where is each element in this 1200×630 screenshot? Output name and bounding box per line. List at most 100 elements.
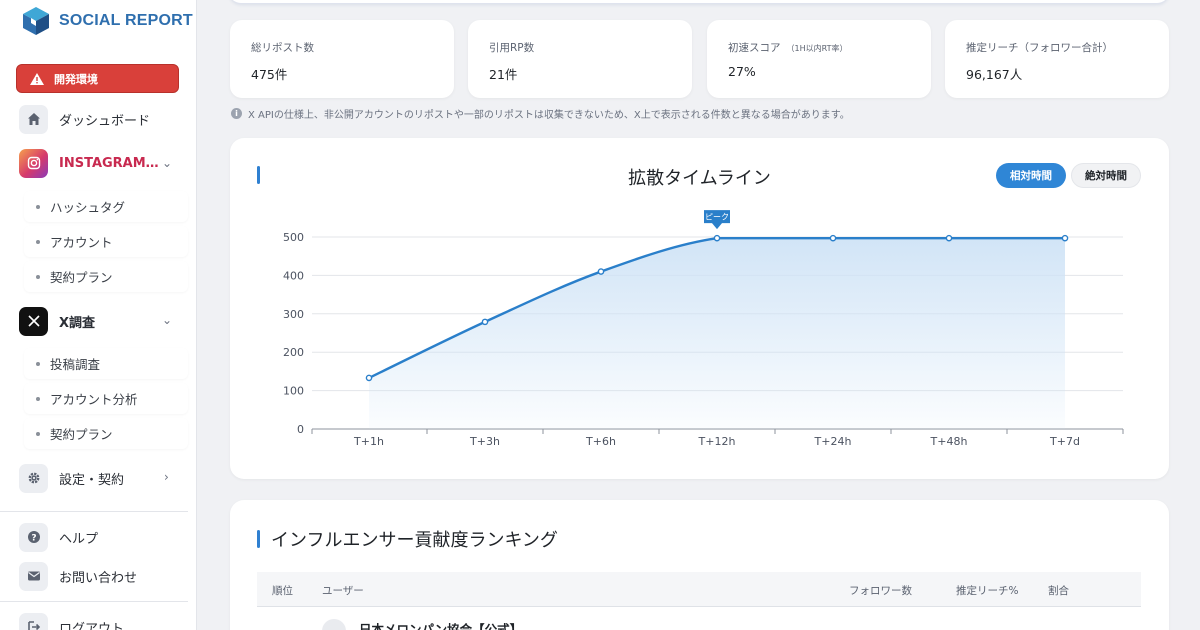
column-header-user[interactable]: ユーザー [322, 583, 364, 598]
sidebar-item-x[interactable]: X調査 [19, 306, 95, 336]
sidebar-subitem-label: アカウント [50, 235, 113, 250]
sidebar-subitem-plan[interactable]: 契約プラン [24, 418, 188, 449]
sidebar-subitem-account[interactable]: アカウント [24, 226, 188, 257]
x-tick-label: T+6h [585, 435, 616, 448]
section-accent-bar [257, 530, 260, 548]
stat-value: 475件 [251, 67, 288, 82]
y-tick-label: 300 [283, 308, 304, 321]
logout-icon [19, 612, 48, 630]
help-icon: ? [19, 522, 48, 552]
bullet-icon [36, 204, 40, 209]
timeline-chart: 0 100 200 300 400 500 T+1h T+3h T+6h T+12h T+24h T+… [283, 210, 1124, 448]
peak-label: ピーク [705, 213, 729, 222]
sidebar-item-logout[interactable]: ログアウト [19, 612, 124, 630]
stat-card-initial-speed: 初速スコア （1H以内RT率） 27% [707, 20, 931, 98]
sidebar-subitem-hashtag[interactable]: ハッシュタグ [24, 191, 188, 222]
sidebar-item-label: X調査 [59, 315, 96, 331]
data-point [365, 374, 373, 382]
logo-text: SOCIAL REPORT [59, 12, 193, 29]
stat-value: 21件 [489, 67, 518, 82]
x-logo-icon [19, 306, 48, 336]
sidebar-subitem-label: ハッシュタグ [50, 200, 126, 215]
sidebar-item-label: ダッシュボード [59, 113, 151, 129]
x-tick-label: T+24h [814, 435, 852, 448]
sidebar-subitem-plan[interactable]: 契約プラン [24, 261, 188, 292]
column-header-ratio[interactable]: 割合 [1048, 583, 1069, 598]
data-point [597, 268, 605, 275]
ranking-title: インフルエンサー貢献度ランキング [271, 530, 558, 551]
notice-text: X APIの仕様上、非公開アカウントのリポストや一部のリポストは収集できないため… [248, 110, 850, 121]
bullet-icon [36, 239, 40, 244]
stat-value: 27% [728, 64, 756, 79]
sidebar-item-dashboard[interactable]: ダッシュボード [19, 104, 150, 134]
ranking-card: インフルエンサー貢献度ランキング 順位 ユーザー フォロワー数 推定リーチ% 割… [230, 500, 1169, 630]
data-point [481, 318, 489, 326]
stat-label: 総リポスト数 [251, 42, 314, 54]
stat-card-quote-reposts: 引用RP数 21件 [468, 20, 692, 98]
sidebar-item-settings[interactable]: 設定・契約 [19, 463, 124, 493]
stat-card-estimated-reach: 推定リーチ（フォロワー合計） 96,167人 [945, 20, 1169, 98]
logo[interactable]: SOCIAL REPORT [22, 6, 193, 36]
svg-text:?: ? [31, 534, 36, 544]
sidebar-subitem-label: 契約プラン [50, 427, 113, 442]
sidebar-subitem-post-research[interactable]: 投稿調査 [24, 348, 188, 379]
sidebar-item-label: ログアウト [59, 621, 125, 630]
info-icon: i [231, 108, 242, 119]
bullet-icon [36, 361, 40, 366]
chevron-right-icon[interactable]: › [164, 470, 169, 484]
sidebar-item-label: 設定・契約 [59, 472, 125, 488]
stat-card-total-reposts: 総リポスト数 475件 [230, 20, 454, 98]
y-tick-label: 0 [297, 423, 304, 436]
stat-value: 96,167人 [966, 67, 1023, 82]
series-area [369, 238, 1065, 429]
sidebar-item-help[interactable]: ? ヘルプ [19, 522, 98, 552]
api-notice: i X APIの仕様上、非公開アカウントのリポストや一部のリポストは収集できない… [231, 106, 850, 121]
stat-label: 推定リーチ（フォロワー合計） [966, 42, 1113, 54]
sidebar-subitem-label: アカウント分析 [50, 392, 138, 407]
sidebar-subitem-label: 契約プラン [50, 270, 113, 285]
sidebar: SOCIAL REPORT 開発環境 ダッシュボード INSTAGRAM… ⌄ … [0, 0, 197, 630]
data-point [829, 234, 837, 242]
y-tick-label: 200 [283, 346, 304, 359]
data-point [1061, 234, 1069, 242]
y-tick-label: 500 [283, 231, 304, 244]
data-point [713, 234, 721, 242]
logo-cube-icon [23, 7, 49, 35]
stat-label: 引用RP数 [489, 42, 535, 54]
ranking-table-header: 順位 ユーザー フォロワー数 推定リーチ% 割合 [257, 572, 1141, 607]
timeline-chart-card: 拡散タイムライン 相対時間 絶対時間 0 100 200 300 400 500 T+1h T… [230, 138, 1169, 479]
environment-badge: 開発環境 [16, 64, 179, 93]
instagram-icon [19, 148, 48, 178]
sidebar-subitem-label: 投稿調査 [50, 357, 101, 372]
warning-icon [30, 72, 44, 85]
bullet-icon [36, 396, 40, 401]
stat-label: 初速スコア （1H以内RT率） [728, 42, 848, 54]
bullet-icon [36, 274, 40, 279]
y-tick-label: 100 [283, 385, 304, 398]
sidebar-item-contact[interactable]: お問い合わせ [19, 561, 137, 591]
sidebar-divider [0, 601, 188, 602]
top-panel-edge [229, 0, 1169, 4]
sidebar-divider [0, 511, 188, 512]
x-tick-label: T+12h [698, 435, 736, 448]
chevron-down-icon[interactable]: ⌄ [162, 156, 172, 170]
data-point [945, 234, 953, 242]
x-tick-label: T+48h [930, 435, 968, 448]
sidebar-item-label: お問い合わせ [59, 570, 138, 586]
column-header-reach[interactable]: 推定リーチ% [956, 583, 1018, 598]
bullet-icon [36, 431, 40, 436]
column-header-rank[interactable]: 順位 [272, 583, 293, 598]
sidebar-subitem-account-analysis[interactable]: アカウント分析 [24, 383, 188, 414]
environment-label: 開発環境 [54, 72, 98, 86]
chevron-down-icon[interactable]: ⌄ [162, 313, 172, 327]
mail-icon [19, 561, 48, 591]
x-tick-label: T+7d [1049, 435, 1080, 448]
sidebar-item-instagram[interactable]: INSTAGRAM… [19, 148, 159, 178]
home-icon [19, 104, 48, 134]
stat-note: （1H以内RT率） [786, 44, 848, 53]
column-header-followers[interactable]: フォロワー数 [849, 583, 912, 598]
sidebar-item-label: ヘルプ [59, 531, 99, 547]
x-tick-label: T+3h [469, 435, 500, 448]
x-tick-label: T+1h [353, 435, 384, 448]
ranking-user-name[interactable]: 日本メロンパン協会【公式】 [359, 619, 522, 630]
